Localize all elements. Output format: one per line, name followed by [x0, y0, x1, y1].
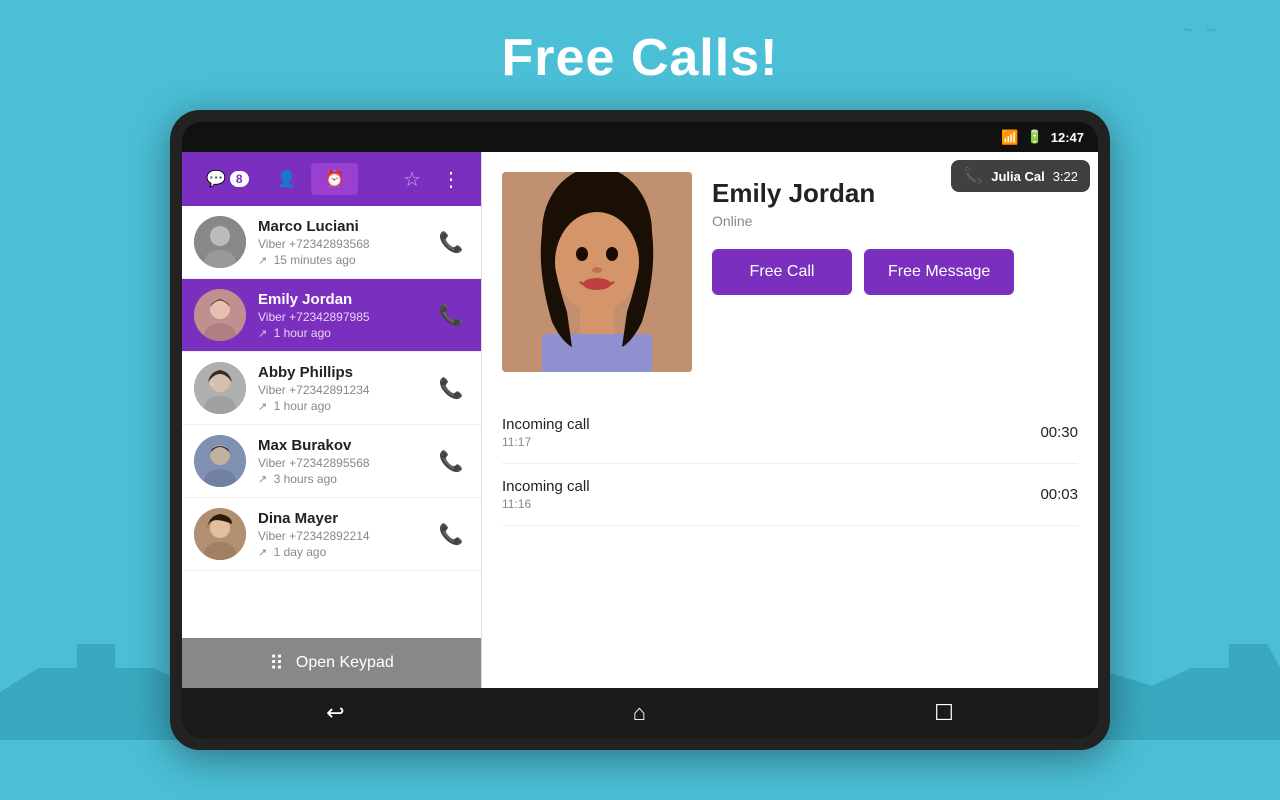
contact-item-abby[interactable]: Abby Phillips Viber +72342891234 ↗ 1 hou…: [182, 352, 481, 425]
call-btn-max[interactable]: 📞: [433, 443, 469, 479]
chats-badge: 8: [230, 171, 249, 187]
free-call-button[interactable]: Free Call: [712, 249, 852, 295]
profile-photo: [502, 172, 692, 372]
call-icon-abby: 📞: [439, 376, 464, 401]
wifi-icon: 📶: [1001, 129, 1018, 146]
battery-icon: 🔋: [1027, 129, 1043, 145]
call-btn-dina[interactable]: 📞: [433, 516, 469, 552]
call-icon-max: 📞: [439, 449, 464, 474]
call-duration-0: 00:30: [1040, 424, 1078, 441]
contact-time-marco: ↗ 15 minutes ago: [258, 253, 433, 267]
nav-more[interactable]: ⋮: [431, 161, 471, 198]
app-area: 💬 8 👤 ⏰ ☆ ⋮: [182, 152, 1098, 688]
avatar-abby: [194, 362, 246, 414]
contact-item-max[interactable]: Max Burakov Viber +72342895568 ↙ 3 hours…: [182, 425, 481, 498]
contact-name-max: Max Burakov: [258, 437, 433, 454]
call-record-info-1: Incoming call 11:16: [502, 478, 590, 511]
contact-name-marco: Marco Luciani: [258, 218, 433, 235]
free-message-button[interactable]: Free Message: [864, 249, 1014, 295]
page-title: Free Calls!: [0, 0, 1280, 108]
call-record-0: Incoming call 11:17 00:30: [502, 402, 1078, 464]
arrow-max: ↙: [258, 473, 267, 486]
recents-button[interactable]: ☐: [904, 692, 984, 734]
status-bar: 📶 🔋 12:47: [182, 122, 1098, 152]
contact-name-emily: Emily Jordan: [258, 291, 433, 308]
nav-bar: 💬 8 👤 ⏰ ☆ ⋮: [182, 152, 481, 206]
contact-time-max: ↙ 3 hours ago: [258, 472, 433, 486]
nav-chats[interactable]: 💬 8: [192, 163, 263, 195]
contact-time-emily: ↗ 1 hour ago: [258, 326, 433, 340]
contact-info-marco: Marco Luciani Viber +72342893568 ↗ 15 mi…: [258, 218, 433, 267]
contact-number-marco: Viber +72342893568: [258, 237, 433, 251]
avatar-max: [194, 435, 246, 487]
notif-phone-icon: 📞: [963, 166, 983, 186]
keypad-bar[interactable]: ⠿ Open Keypad: [182, 638, 481, 688]
chats-icon: 💬: [206, 169, 226, 189]
contact-number-max: Viber +72342895568: [258, 456, 433, 470]
keypad-grid-icon: ⠿: [269, 651, 284, 676]
notif-name: Julia Cal: [991, 169, 1044, 184]
call-time-0: 11:17: [502, 435, 590, 449]
recent-icon: ⏰: [325, 169, 345, 189]
avatar-dina: [194, 508, 246, 560]
contact-name-dina: Dina Mayer: [258, 510, 433, 527]
notification-pill[interactable]: 📞 Julia Cal 3:22: [951, 160, 1090, 192]
avatar-emily: [194, 289, 246, 341]
contact-info-max: Max Burakov Viber +72342895568 ↙ 3 hours…: [258, 437, 433, 486]
tablet-screen: 📶 🔋 12:47 💬 8 👤 ⏰: [182, 122, 1098, 738]
call-btn-marco[interactable]: 📞: [433, 224, 469, 260]
contact-name-abby: Abby Phillips: [258, 364, 433, 381]
nav-contacts[interactable]: 👤: [263, 163, 311, 195]
call-duration-1: 00:03: [1040, 486, 1078, 503]
contact-info-emily: Emily Jordan Viber +72342897985 ↗ 1 hour…: [258, 291, 433, 340]
call-btn-emily[interactable]: 📞: [433, 297, 469, 333]
call-record-info-0: Incoming call 11:17: [502, 416, 590, 449]
contact-time-abby: ↗ 1 hour ago: [258, 399, 433, 413]
call-time-1: 11:16: [502, 497, 590, 511]
action-buttons: Free Call Free Message: [712, 249, 1078, 295]
call-record-1: Incoming call 11:16 00:03: [502, 464, 1078, 526]
keypad-label: Open Keypad: [296, 654, 394, 672]
contact-info-abby: Abby Phillips Viber +72342891234 ↗ 1 hou…: [258, 364, 433, 413]
nav-star[interactable]: ☆: [393, 161, 431, 198]
arrow-marco: ↗: [258, 255, 267, 267]
contact-number-dina: Viber +72342892214: [258, 529, 433, 543]
contact-time-dina: ↗ 1 day ago: [258, 545, 433, 559]
profile-photo-svg: [502, 172, 692, 372]
status-time: 12:47: [1051, 130, 1084, 145]
call-history: Incoming call 11:17 00:30 Incoming call …: [482, 382, 1098, 526]
bottom-nav: ↩ ⌂ ☐: [182, 688, 1098, 738]
call-btn-abby[interactable]: 📞: [433, 370, 469, 406]
contact-list: Marco Luciani Viber +72342893568 ↗ 15 mi…: [182, 206, 481, 638]
contact-number-abby: Viber +72342891234: [258, 383, 433, 397]
arrow-emily: ↗: [258, 328, 267, 340]
birds-decoration: ~ ~: [1182, 20, 1220, 41]
arrow-dina: ↗: [258, 547, 267, 559]
call-type-0: Incoming call: [502, 416, 590, 433]
contacts-icon: 👤: [277, 169, 297, 189]
right-panel: 📞 Julia Cal 3:22: [482, 152, 1098, 688]
call-icon-dina: 📞: [439, 522, 464, 547]
contact-item-dina[interactable]: Dina Mayer Viber +72342892214 ↗ 1 day ag…: [182, 498, 481, 571]
contact-item-marco[interactable]: Marco Luciani Viber +72342893568 ↗ 15 mi…: [182, 206, 481, 279]
contact-item-emily[interactable]: Emily Jordan Viber +72342897985 ↗ 1 hour…: [182, 279, 481, 352]
left-panel: 💬 8 👤 ⏰ ☆ ⋮: [182, 152, 482, 688]
notif-time: 3:22: [1053, 169, 1078, 184]
tablet-frame: 📶 🔋 12:47 💬 8 👤 ⏰: [170, 110, 1110, 750]
call-icon-marco: 📞: [439, 230, 464, 255]
arrow-abby: ↗: [258, 401, 267, 413]
home-button[interactable]: ⌂: [603, 692, 676, 734]
profile-status: Online: [712, 213, 1078, 229]
back-button[interactable]: ↩: [296, 692, 374, 734]
call-type-1: Incoming call: [502, 478, 590, 495]
call-icon-emily: 📞: [439, 303, 464, 328]
avatar-marco: [194, 216, 246, 268]
contact-info-dina: Dina Mayer Viber +72342892214 ↗ 1 day ag…: [258, 510, 433, 559]
nav-recent[interactable]: ⏰: [311, 163, 359, 195]
contact-number-emily: Viber +72342897985: [258, 310, 433, 324]
